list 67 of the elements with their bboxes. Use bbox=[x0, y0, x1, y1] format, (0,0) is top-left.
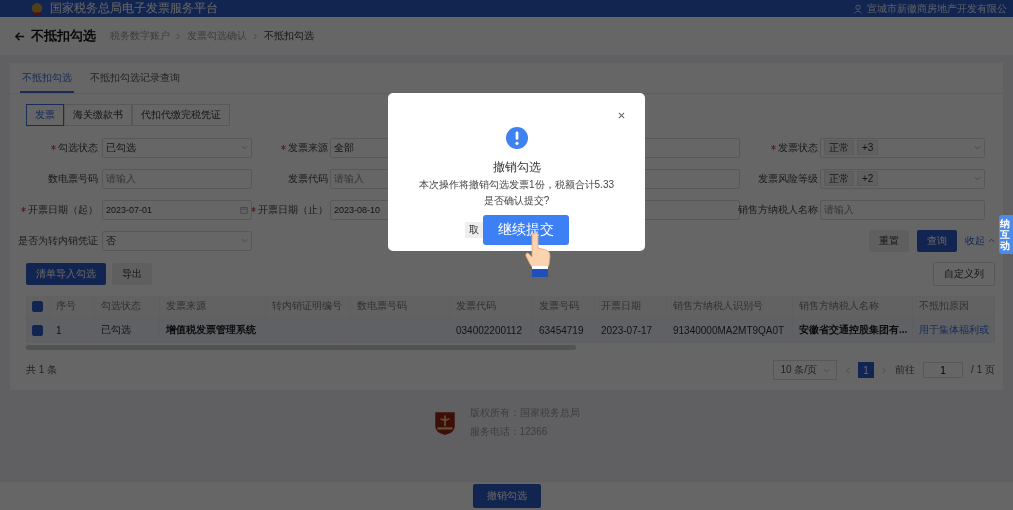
page-title: 不抵扣勾选 bbox=[31, 27, 96, 45]
multi-select[interactable]: 正常 +2 bbox=[820, 168, 985, 189]
field-label: 销售方纳税人名称 bbox=[738, 202, 818, 217]
field-label: 是否为转内销凭证 bbox=[18, 233, 98, 248]
page-input[interactable]: 1 bbox=[923, 362, 964, 378]
chat-widget[interactable]: 纳互动 bbox=[999, 215, 1013, 254]
query-button[interactable]: 查询 bbox=[917, 229, 957, 252]
table-cell: 034002200112 bbox=[456, 324, 522, 336]
tag: 正常 bbox=[824, 171, 854, 186]
chevron-right-icon bbox=[253, 32, 258, 40]
back-arrow-icon[interactable] bbox=[14, 30, 25, 42]
table-cell: 已勾选 bbox=[101, 323, 131, 337]
checkbox[interactable] bbox=[32, 300, 43, 312]
field-label: 发票来源 bbox=[288, 140, 328, 155]
close-icon[interactable] bbox=[618, 112, 625, 119]
page-count: / 1 页 bbox=[971, 363, 995, 377]
table-cell: 安徽省交通控股集团有... bbox=[799, 323, 908, 337]
exclamation-icon bbox=[505, 127, 528, 149]
multi-select[interactable]: 正常 +3 bbox=[820, 137, 985, 158]
chevron-down-icon bbox=[974, 145, 981, 150]
chevron-up-icon bbox=[988, 238, 995, 243]
field-label: 勾选状态 bbox=[58, 140, 98, 155]
emblem-icon bbox=[30, 1, 44, 16]
dropdown[interactable]: 否 bbox=[102, 230, 252, 251]
import-button[interactable]: 清单导入勾选 bbox=[26, 263, 106, 285]
field-label: 发票风险等级 bbox=[758, 171, 818, 186]
field-label: 发票代码 bbox=[288, 171, 328, 186]
revoke-button[interactable]: 撤销勾选 bbox=[472, 484, 541, 508]
table-cell: 91340000MA2MT9QA0T bbox=[673, 324, 785, 336]
chevron-right-icon bbox=[176, 32, 181, 40]
site-title: 国家税务总局电子发票服务平台 bbox=[50, 0, 218, 17]
table-cell: 1 bbox=[56, 324, 62, 336]
columns-button[interactable]: 自定义列 bbox=[933, 262, 995, 286]
export-button[interactable]: 导出 bbox=[112, 263, 152, 285]
dialog-title: 撤销勾选 bbox=[492, 159, 541, 176]
page-size-dropdown[interactable]: 10 条/页 bbox=[773, 360, 838, 380]
chevron-down-icon bbox=[823, 367, 831, 373]
dialog-message: 本次操作将撤销勾选发票1份，税额合计5.33 bbox=[419, 178, 614, 192]
tag: +2 bbox=[857, 171, 879, 186]
tab[interactable]: 不抵扣勾选 bbox=[20, 65, 74, 93]
goto-label: 前往 bbox=[895, 363, 916, 377]
segment-tab[interactable]: 海关缴款书 bbox=[64, 104, 132, 126]
user-icon bbox=[853, 3, 863, 14]
collapse-link[interactable]: 收起 bbox=[965, 233, 995, 248]
tag: +3 bbox=[857, 140, 879, 155]
dropdown[interactable]: 已勾选 bbox=[102, 137, 252, 158]
field-label: 发票状态 bbox=[778, 140, 818, 155]
segment-tab[interactable]: 发票 bbox=[26, 104, 64, 126]
tax-emblem-icon bbox=[433, 409, 456, 436]
total-count: 共 1 条 bbox=[26, 363, 58, 377]
breadcrumb-link[interactable]: 不抵扣勾选 bbox=[264, 29, 314, 43]
segment-tab[interactable]: 代扣代缴完税凭证 bbox=[132, 104, 230, 126]
table-cell: 增值税发票管理系统 bbox=[166, 323, 256, 337]
field-label: 数电票号码 bbox=[48, 171, 98, 186]
table-cell: 63454719 bbox=[539, 324, 584, 336]
field-label: 开票日期（止） bbox=[258, 202, 328, 217]
date-field[interactable]: 2023-07-01 bbox=[102, 199, 252, 220]
dialog-message: 是否确认提交? bbox=[483, 194, 550, 208]
table-cell: 2023-07-17 bbox=[601, 324, 653, 336]
field-label: 开票日期（起） bbox=[28, 202, 98, 217]
reason-link[interactable]: 用于集体福利或 bbox=[919, 323, 989, 337]
chevron-down-icon bbox=[241, 238, 248, 243]
checkbox[interactable] bbox=[32, 324, 43, 336]
chevron-down-icon bbox=[241, 145, 248, 150]
tag: 正常 bbox=[824, 140, 854, 155]
chevron-down-icon bbox=[974, 176, 981, 181]
page-button[interactable]: 1 bbox=[858, 362, 875, 378]
